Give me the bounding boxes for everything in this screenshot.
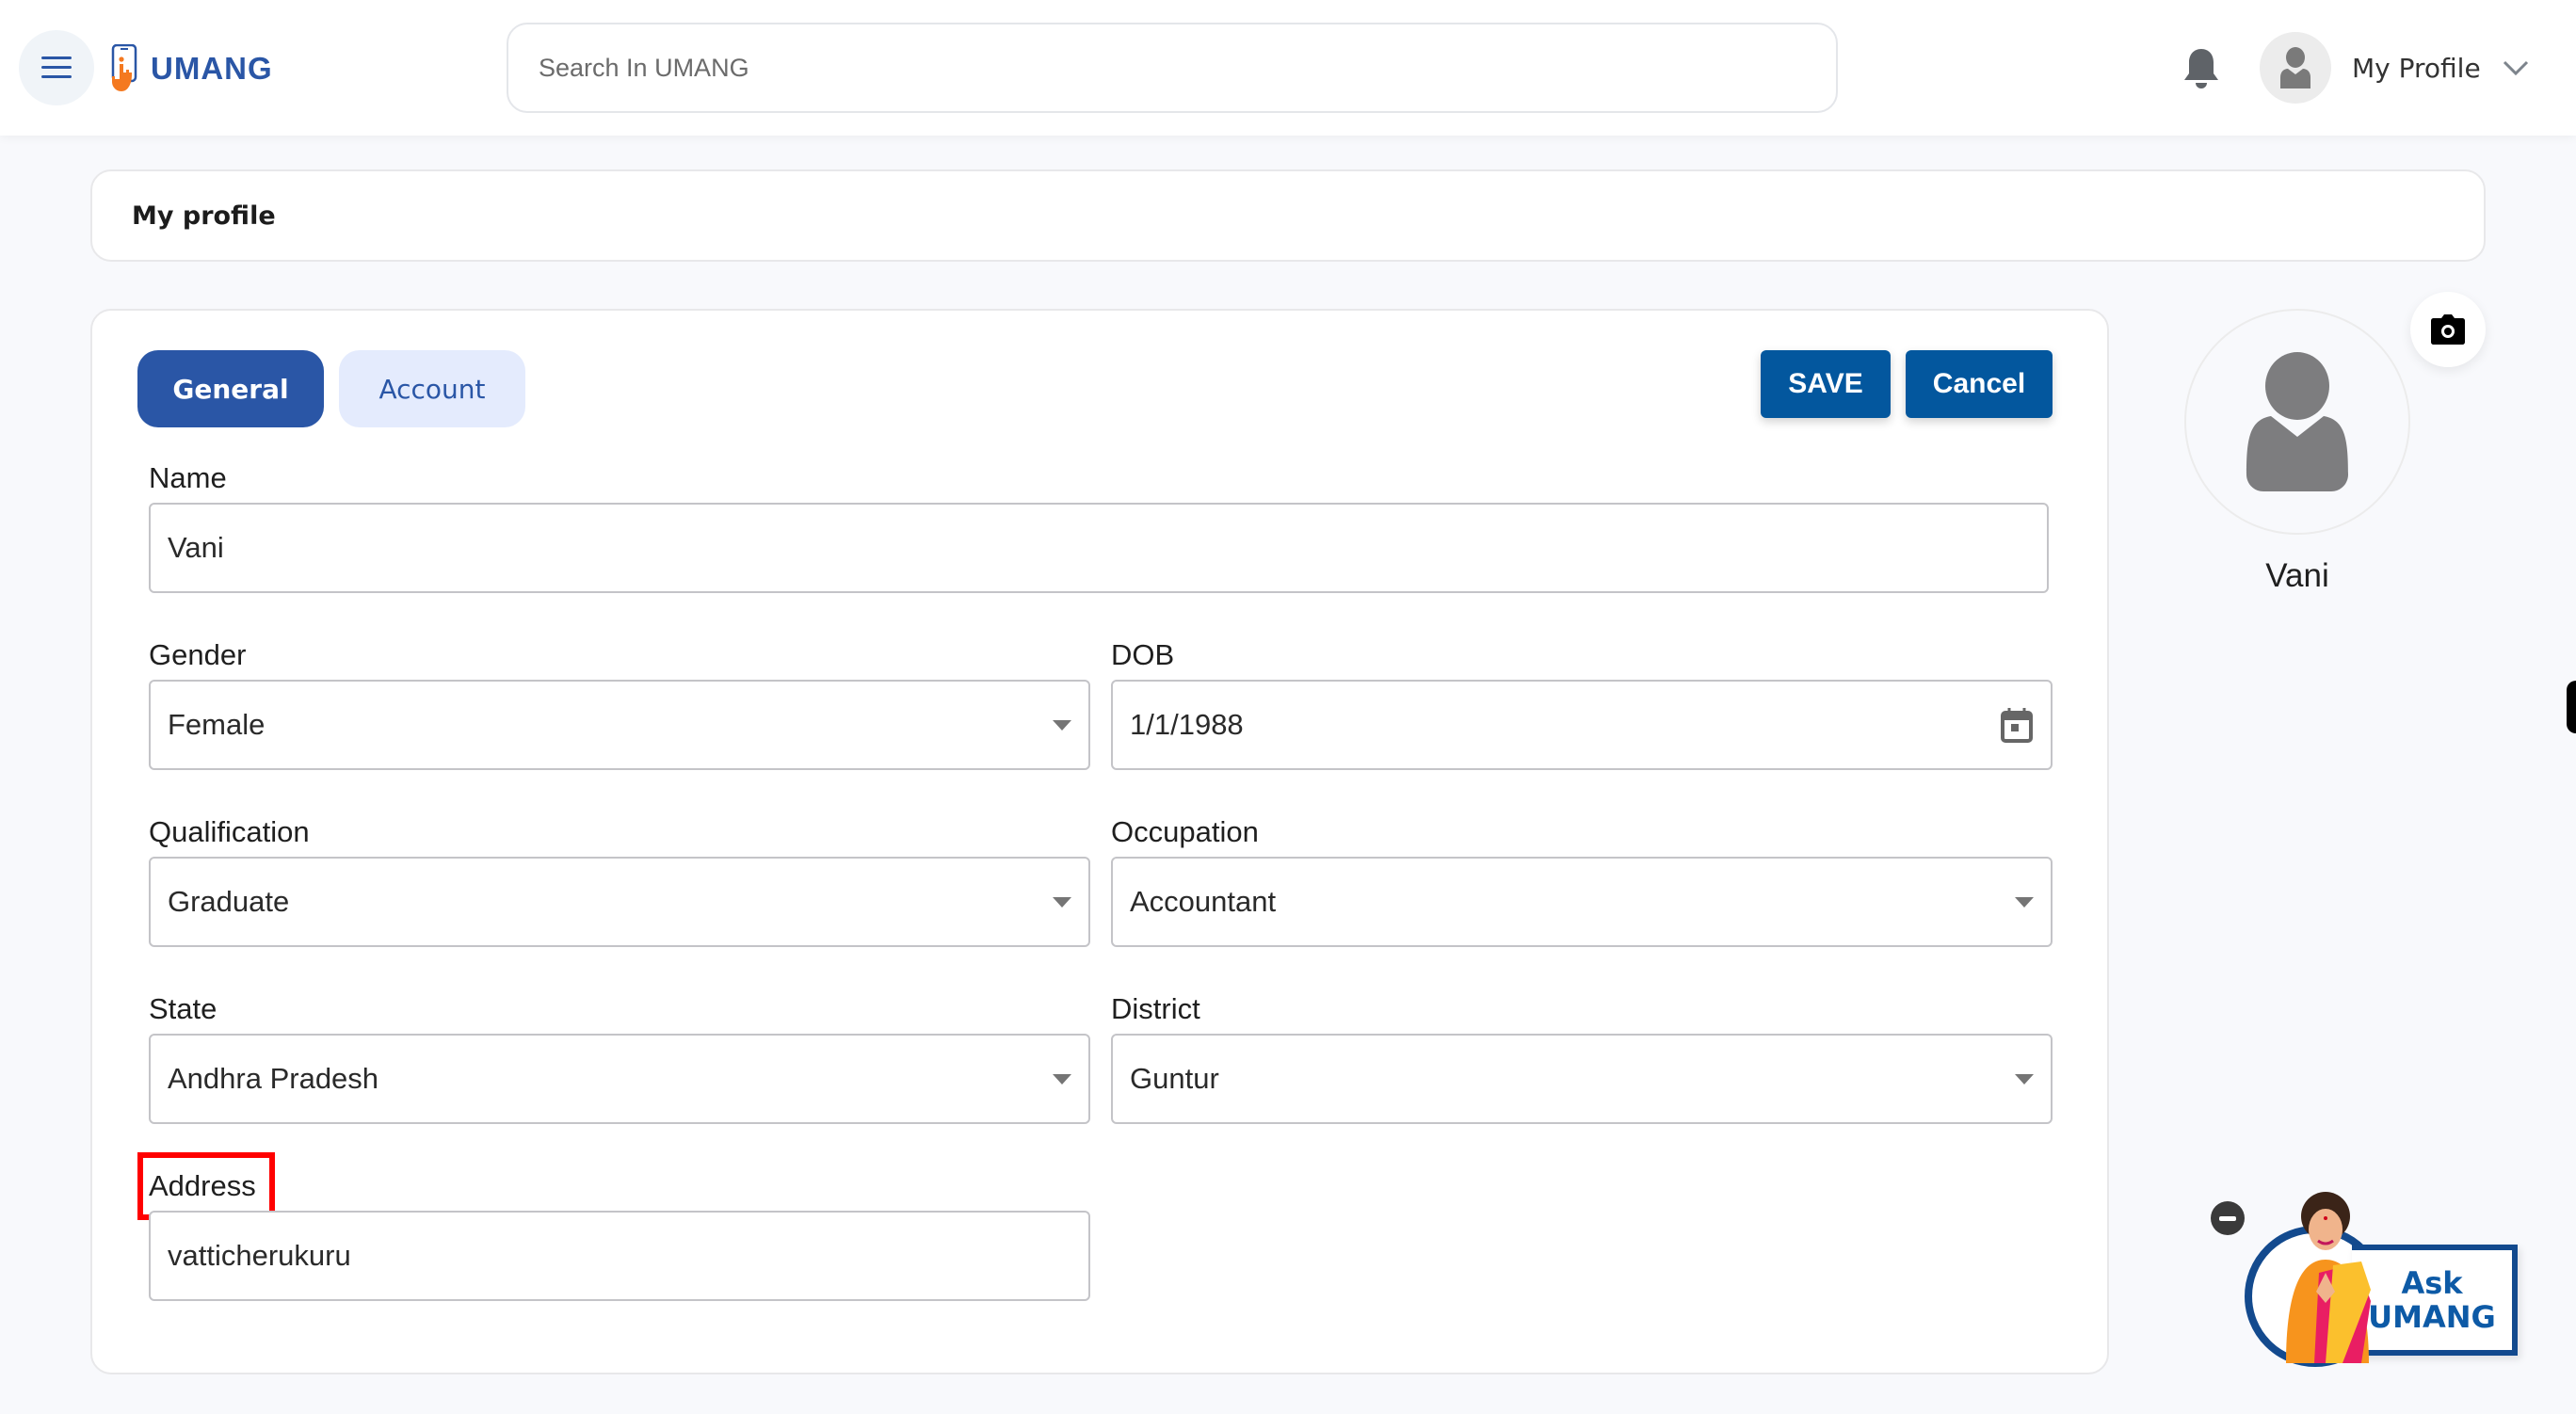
name-field[interactable]: Vani (149, 503, 2049, 593)
ask-umang-line1: Ask (2401, 1265, 2463, 1301)
profile-picture (2184, 309, 2410, 535)
hamburger-icon (41, 56, 72, 79)
district-select[interactable]: Guntur (1111, 1034, 2053, 1124)
qualification-select[interactable]: Graduate (149, 857, 1090, 947)
avatar (2260, 32, 2331, 104)
bell-icon[interactable] (2181, 45, 2222, 92)
dropdown-caret-icon (2015, 1073, 2034, 1085)
change-photo-button[interactable] (2410, 292, 2486, 367)
address-value: vatticherukuru (168, 1239, 351, 1272)
side-drawer-handle[interactable] (2567, 681, 2576, 733)
ask-umang-widget[interactable]: Ask UMANG (2211, 1188, 2531, 1376)
state-label: State (149, 992, 217, 1025)
name-label: Name (149, 461, 227, 494)
calendar-icon[interactable] (2000, 706, 2034, 744)
logo-phone-hand-icon (111, 44, 137, 91)
district-label: District (1111, 992, 1200, 1025)
dropdown-caret-icon (2015, 896, 2034, 908)
profile-menu[interactable]: My Profile (2260, 31, 2530, 104)
page-title: My profile (132, 201, 276, 231)
qualification-label: Qualification (149, 815, 310, 848)
assistant-avatar-icon (2286, 1192, 2371, 1363)
top-header: UMANG My Profile (0, 0, 2576, 136)
chevron-down-icon (2503, 60, 2528, 76)
address-field[interactable]: vatticherukuru (149, 1211, 1090, 1301)
tab-account[interactable]: Account (339, 350, 525, 427)
profile-label: My Profile (2352, 52, 2481, 84)
brand-name: UMANG (151, 51, 273, 86)
occupation-value: Accountant (1130, 885, 1277, 918)
umang-logo[interactable]: UMANG (111, 43, 273, 94)
ask-umang-line2: UMANG (2368, 1299, 2496, 1335)
qualification-value: Graduate (168, 885, 290, 918)
menu-button[interactable] (19, 30, 94, 105)
dob-label: DOB (1111, 638, 1175, 671)
address-label: Address (149, 1169, 256, 1202)
gender-label: Gender (149, 638, 247, 671)
occupation-select[interactable]: Accountant (1111, 857, 2053, 947)
profile-form-card: General Account SAVE Cancel Name Vani Ge… (90, 309, 2109, 1374)
user-icon (2280, 47, 2310, 88)
gender-value: Female (168, 708, 266, 741)
camera-icon (2431, 314, 2465, 345)
search-input[interactable] (539, 53, 1836, 83)
dropdown-caret-icon (1053, 896, 1071, 908)
profile-display-name: Vani (2265, 557, 2329, 594)
name-value: Vani (168, 531, 224, 564)
dropdown-caret-icon (1053, 719, 1071, 731)
save-button[interactable]: SAVE (1761, 350, 1891, 418)
tab-general[interactable]: General (137, 350, 324, 427)
dropdown-caret-icon (1053, 1073, 1071, 1085)
search-box[interactable] (507, 23, 1838, 113)
dob-field[interactable]: 1/1/1988 (1111, 680, 2053, 770)
breadcrumb: My profile (90, 169, 2486, 262)
district-value: Guntur (1130, 1062, 1219, 1095)
occupation-label: Occupation (1111, 815, 1259, 848)
state-select[interactable]: Andhra Pradesh (149, 1034, 1090, 1124)
state-value: Andhra Pradesh (168, 1062, 379, 1095)
user-icon (2246, 352, 2348, 491)
dob-value: 1/1/1988 (1130, 708, 1244, 741)
cancel-button[interactable]: Cancel (1906, 350, 2053, 418)
gender-select[interactable]: Female (149, 680, 1090, 770)
